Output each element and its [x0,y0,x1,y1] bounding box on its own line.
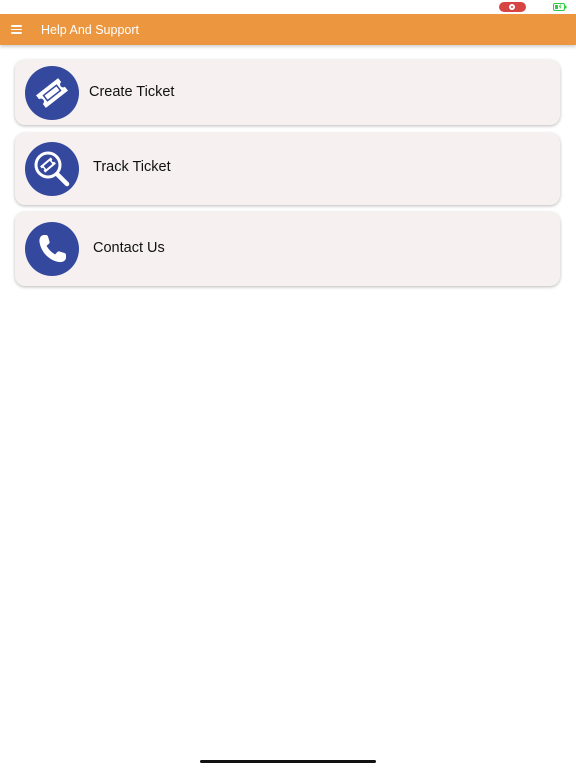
contact-us-button[interactable]: Contact Us [15,212,560,286]
battery-charging-icon [553,3,567,11]
track-ticket-label: Track Ticket [93,159,171,175]
home-indicator[interactable] [200,760,376,763]
status-bar [0,0,576,14]
create-ticket-label: Create Ticket [89,84,175,100]
phone-icon [25,222,79,276]
page-title: Help And Support [41,23,139,37]
track-ticket-button[interactable]: Track Ticket [15,133,560,205]
ticket-icon [25,66,79,120]
screen-record-icon[interactable] [499,2,526,12]
create-ticket-button[interactable]: Create Ticket [15,60,560,125]
search-ticket-icon [25,142,79,196]
contact-us-label: Contact Us [93,240,165,256]
app-header: Help And Support [0,14,576,45]
hamburger-menu-icon[interactable] [10,23,24,35]
